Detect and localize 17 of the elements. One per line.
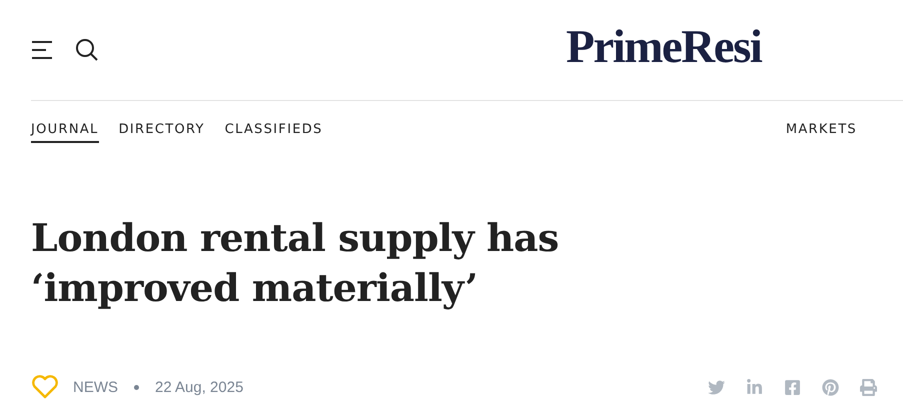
publish-date: 22 Aug, 2025	[155, 378, 244, 396]
print-icon[interactable]	[860, 378, 877, 396]
nav-tab[interactable]: DIRECTORY	[118, 118, 205, 142]
article-headline: London rental supply has ‘improved materially’	[31, 214, 560, 312]
twitter-icon[interactable]	[708, 378, 725, 396]
nav-tab[interactable]: CLASSIFIEDS	[224, 118, 323, 142]
facebook-icon[interactable]	[784, 378, 801, 396]
nav-tab[interactable]: JOURNAL	[31, 118, 99, 142]
pinterest-icon[interactable]	[822, 378, 839, 396]
separator-dot	[134, 384, 139, 390]
menu-icon[interactable]	[31, 40, 53, 60]
search-icon[interactable]	[75, 38, 99, 62]
heart-icon[interactable]	[31, 375, 59, 399]
nav-tab[interactable]: MARKETS	[786, 118, 857, 142]
category-label: NEWS	[73, 378, 118, 396]
site-logo[interactable]: PrimeResi	[566, 20, 762, 74]
linkedin-icon[interactable]	[746, 378, 763, 396]
